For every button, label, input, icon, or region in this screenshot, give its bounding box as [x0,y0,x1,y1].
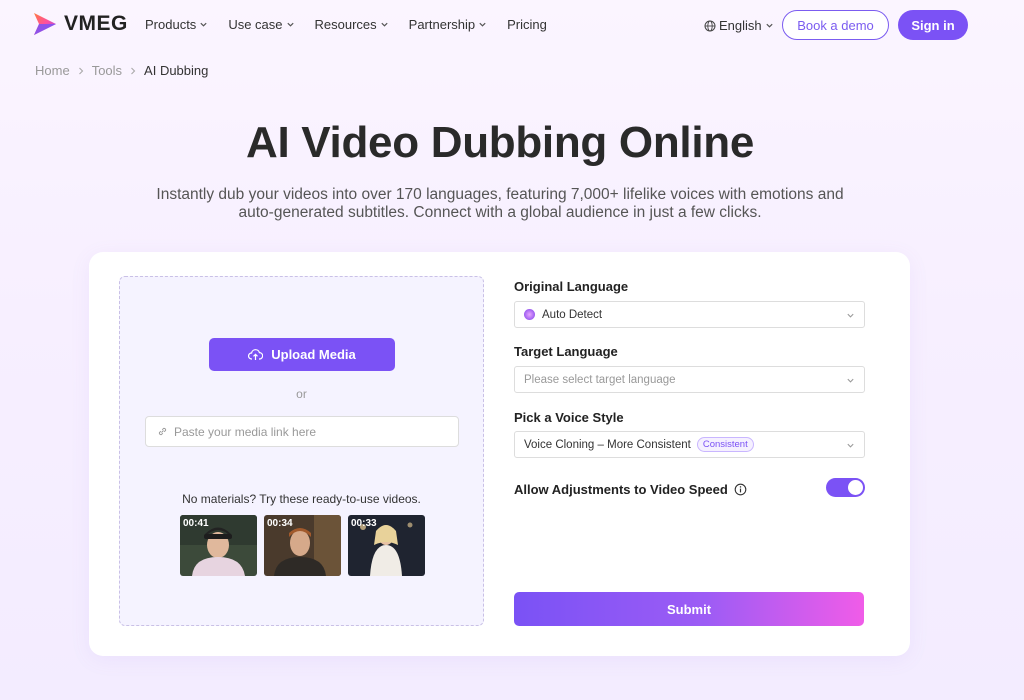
cloud-upload-icon [248,349,264,360]
upload-media-label: Upload Media [271,347,356,362]
nav-products-label: Products [145,17,197,32]
sparkle-icon [524,309,535,320]
chevron-right-icon [78,67,83,74]
breadcrumb: Home Tools AI Dubbing [35,63,208,78]
breadcrumb-home[interactable]: Home [35,63,70,78]
dubbing-card: Upload Media or No materials? Try these … [89,252,910,656]
voice-style-select[interactable]: Voice Cloning – More Consistent Consiste… [514,431,865,458]
nav-use-case[interactable]: Use case [228,17,294,32]
link-icon [158,427,167,436]
speed-adjustment-label: Allow Adjustments to Video Speed [514,482,728,497]
upload-media-button[interactable]: Upload Media [209,338,395,371]
vmeg-logo-icon [34,13,56,35]
page-title: AI Video Dubbing Online [245,118,755,167]
globe-icon [704,20,716,31]
brand-name: VMEG [64,12,128,35]
breadcrumb-current: AI Dubbing [144,63,209,78]
nav-resources[interactable]: Resources [315,17,389,32]
page-subtitle: Instantly dub your videos into over 170 … [130,186,870,222]
original-language-value: Auto Detect [542,308,603,321]
sample-videos: 00:41 00:34 00:33 [180,515,425,576]
subtitle-line-1: Instantly dub your videos into over 170 … [156,186,844,203]
subtitle-line-2: auto-generated subtitles. Connect with a… [238,204,762,221]
chevron-down-icon [847,378,854,383]
chevron-down-icon [286,22,294,27]
brand-logo[interactable]: VMEG [32,11,128,37]
original-language-label: Original Language [514,279,629,294]
nav-pricing-label: Pricing [507,17,547,32]
media-link-input[interactable] [174,424,454,439]
nav-use-case-label: Use case [228,17,283,32]
main-nav: Products Use case Resources Partnership … [145,17,547,32]
sign-in-button[interactable]: Sign in [898,10,968,40]
nav-products[interactable]: Products [145,17,208,32]
target-language-placeholder: Please select target language [524,373,676,386]
book-demo-button[interactable]: Book a demo [782,10,889,40]
chevron-down-icon [479,22,486,27]
breadcrumb-tools[interactable]: Tools [92,63,122,78]
sample-duration: 00:41 [183,518,209,529]
language-label: English [719,18,762,33]
chevron-down-icon [766,23,773,28]
or-divider-text: or [296,387,307,401]
submit-button[interactable]: Submit [514,592,864,626]
chevron-right-icon [131,67,136,74]
upload-dropzone[interactable]: Upload Media or No materials? Try these … [119,276,484,626]
target-language-label: Target Language [514,344,618,359]
original-language-select[interactable]: Auto Detect [514,301,865,328]
chevron-down-icon [847,313,854,318]
nav-pricing[interactable]: Pricing [507,17,547,32]
voice-style-label: Pick a Voice Style [514,410,624,425]
site-header: VMEG Products Use case Resources Partner… [0,0,1024,50]
media-link-field[interactable] [145,416,459,447]
sample-duration: 00:34 [267,518,293,529]
toggle-knob [848,480,863,495]
chevron-down-icon [200,22,207,27]
sample-video-2[interactable]: 00:34 [264,515,341,576]
sample-video-3[interactable]: 00:33 [348,515,425,576]
chevron-down-icon [847,443,854,448]
info-icon[interactable] [734,483,747,496]
voice-style-value: Voice Cloning – More Consistent [524,438,691,451]
speed-adjustment-toggle[interactable] [826,478,865,497]
consistent-badge: Consistent [696,437,754,452]
language-selector[interactable]: English [704,18,774,33]
nav-partnership-label: Partnership [408,17,476,32]
chevron-down-icon [381,22,388,27]
target-language-select[interactable]: Please select target language [514,366,865,393]
nav-partnership[interactable]: Partnership [409,17,487,32]
nav-resources-label: Resources [314,17,377,32]
sample-video-1[interactable]: 00:41 [180,515,257,576]
speed-adjustment-row: Allow Adjustments to Video Speed [514,482,747,497]
sample-duration: 00:33 [351,518,377,529]
samples-title: No materials? Try these ready-to-use vid… [182,492,421,506]
